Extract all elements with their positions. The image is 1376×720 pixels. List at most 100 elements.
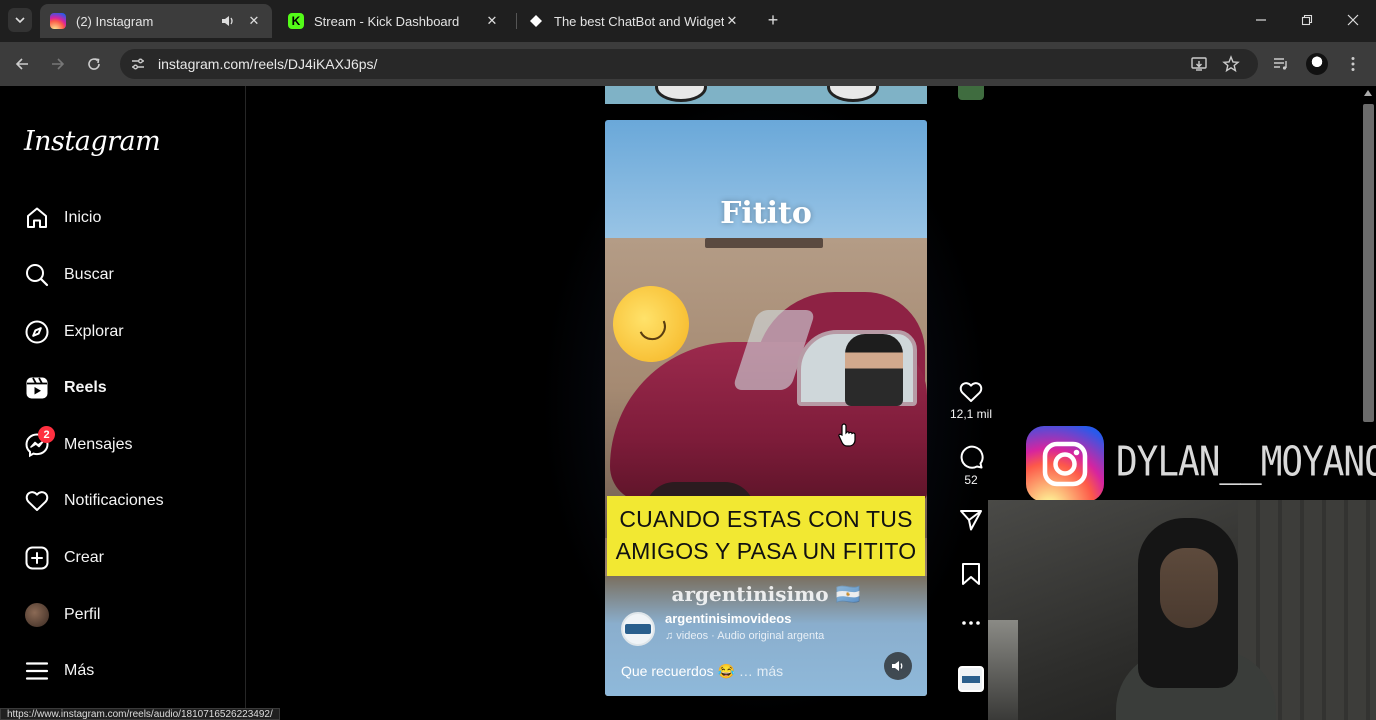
close-tab-icon[interactable]: ✕ — [484, 13, 500, 29]
url-text[interactable]: instagram.com/reels/DJ4iKAXJ6ps/ — [158, 56, 377, 72]
tab-title: (2) Instagram — [76, 13, 154, 29]
address-bar[interactable]: instagram.com/reels/DJ4iKAXJ6ps/ — [120, 49, 1258, 79]
hand-cursor-icon — [838, 423, 856, 447]
sidebar-item-label: Más — [64, 662, 95, 679]
previous-reel-preview[interactable] — [605, 86, 927, 104]
send-icon[interactable] — [959, 508, 983, 532]
instagram-sidebar: Instagram Inicio Buscar Explorar Reels 2… — [0, 86, 246, 720]
plus-square-icon — [24, 545, 50, 571]
instagram-logo[interactable]: Instagram — [24, 126, 161, 157]
mute-button[interactable] — [884, 652, 912, 680]
minimize-icon — [1256, 19, 1266, 21]
reload-button[interactable] — [82, 52, 106, 76]
arrow-left-icon — [15, 58, 28, 70]
bookmark-star-button[interactable] — [1220, 53, 1242, 75]
compass-icon — [24, 319, 50, 345]
video-watermark: argentinisimo 🇦🇷 — [671, 582, 861, 606]
bookmark-icon[interactable] — [960, 562, 982, 586]
instagram-favicon-icon — [50, 13, 66, 29]
browser-tab-bar: (2) Instagram ✕ K Stream - Kick Dashboar… — [0, 0, 1376, 42]
more-vertical-icon — [1351, 57, 1355, 71]
site-settings-icon[interactable] — [130, 56, 146, 72]
more-link[interactable]: … más — [739, 663, 783, 679]
scroll-up-arrow-icon[interactable] — [1364, 90, 1372, 96]
sidebar-item-mensajes[interactable]: 2 Mensajes — [12, 421, 234, 469]
media-controls-button[interactable] — [1270, 53, 1292, 75]
install-app-button[interactable] — [1188, 53, 1210, 75]
account-avatar[interactable] — [621, 612, 655, 646]
star-icon — [1222, 55, 1240, 73]
webcam-feed — [988, 500, 1376, 720]
install-icon — [1191, 57, 1207, 71]
profile-button[interactable] — [1306, 53, 1328, 75]
avatar — [25, 603, 49, 627]
lamp-image — [988, 620, 1018, 720]
tab-instagram[interactable]: (2) Instagram ✕ — [40, 4, 272, 38]
forward-button[interactable] — [46, 52, 70, 76]
close-window-button[interactable] — [1338, 8, 1368, 32]
sidebar-item-explorar[interactable]: Explorar — [12, 308, 234, 356]
sidebar-item-label: Explorar — [64, 323, 124, 340]
browser-menu-button[interactable] — [1342, 53, 1364, 75]
messenger-icon: 2 — [24, 426, 55, 458]
new-tab-button[interactable]: + — [762, 9, 784, 31]
arrow-right-icon — [52, 58, 65, 70]
close-tab-icon[interactable]: ✕ — [246, 13, 262, 29]
video-caption-band: CUANDO ESTAS CON TUS AMIGOS Y PASA UN FI… — [607, 496, 925, 576]
video-caption-line: AMIGOS Y PASA UN FITITO — [615, 538, 917, 564]
profile-avatar-icon — [1306, 53, 1328, 75]
soccer-ball-image — [655, 86, 707, 102]
tab-kick-dashboard[interactable]: K Stream - Kick Dashboard ✕ — [278, 4, 510, 38]
sidebar-item-notificaciones[interactable]: Notificaciones — [12, 477, 234, 525]
sidebar-item-mas[interactable]: Más — [12, 647, 234, 695]
tab-chatbot-widgets[interactable]: The best ChatBot and Widgets ✕ — [518, 4, 750, 38]
profile-avatar — [24, 602, 50, 628]
like-action[interactable]: 12,1 mil — [946, 380, 996, 421]
sidebar-item-reels[interactable]: Reels — [12, 364, 234, 412]
previous-audio-thumbnail[interactable] — [958, 86, 984, 100]
browser-toolbar: instagram.com/reels/DJ4iKAXJ6ps/ — [0, 42, 1376, 86]
audio-info-link[interactable]: ♫ videos · Audio original argenta — [665, 630, 824, 642]
sidebar-item-inicio[interactable]: Inicio — [12, 194, 234, 242]
sidebar-item-label: Inicio — [64, 209, 102, 226]
back-button[interactable] — [10, 52, 34, 76]
tab-divider — [516, 13, 517, 29]
reel-description: Que recuerdos 😂 — [621, 663, 735, 679]
kick-favicon-icon: K — [288, 13, 304, 29]
comment-action[interactable]: 52 — [946, 444, 996, 487]
comment-icon[interactable] — [958, 444, 984, 470]
instagram-logo-icon — [1026, 426, 1104, 502]
playlist-icon — [1274, 58, 1287, 70]
restore-button[interactable] — [1292, 8, 1322, 32]
reel-title-text: Fitito — [720, 196, 812, 231]
tab-title: The best ChatBot and Widgets — [554, 13, 724, 29]
menu-icon — [24, 658, 50, 684]
tab-title: Stream - Kick Dashboard — [314, 13, 460, 29]
search-icon — [24, 262, 50, 288]
roadside-sign-image — [705, 238, 823, 248]
speaker-icon[interactable] — [220, 13, 236, 29]
audio-thumbnail[interactable] — [958, 666, 984, 692]
sidebar-item-label: Buscar — [64, 266, 114, 283]
diamond-favicon-icon — [528, 13, 544, 29]
scrollbar-thumb[interactable] — [1363, 104, 1374, 422]
close-tab-icon[interactable]: ✕ — [724, 13, 740, 29]
tab-search-button[interactable] — [8, 8, 32, 32]
restore-icon — [1301, 14, 1313, 26]
chevron-down-icon — [15, 17, 25, 24]
overlay-username: DYLAN__MOYANO05 — [1116, 438, 1376, 487]
heart-icon[interactable] — [958, 380, 984, 404]
minimize-button[interactable] — [1246, 8, 1276, 32]
heart-icon — [24, 488, 50, 514]
more-horizontal-icon[interactable] — [961, 618, 981, 628]
sidebar-item-buscar[interactable]: Buscar — [12, 251, 234, 299]
sidebar-item-perfil[interactable]: Perfil — [12, 591, 234, 639]
sidebar-item-label: Notificaciones — [64, 492, 164, 509]
sidebar-item-crear[interactable]: Crear — [12, 534, 234, 582]
close-icon — [1347, 14, 1359, 26]
reel-caption: Que recuerdos 😂 … más — [621, 663, 783, 680]
reload-icon — [88, 58, 100, 70]
notification-badge: 2 — [38, 426, 55, 443]
reel-video[interactable]: Fitito ◡ CUANDO ESTAS CON TUS AMIGOS Y P… — [605, 120, 927, 696]
account-username[interactable]: argentinisimovideos — [665, 611, 791, 626]
